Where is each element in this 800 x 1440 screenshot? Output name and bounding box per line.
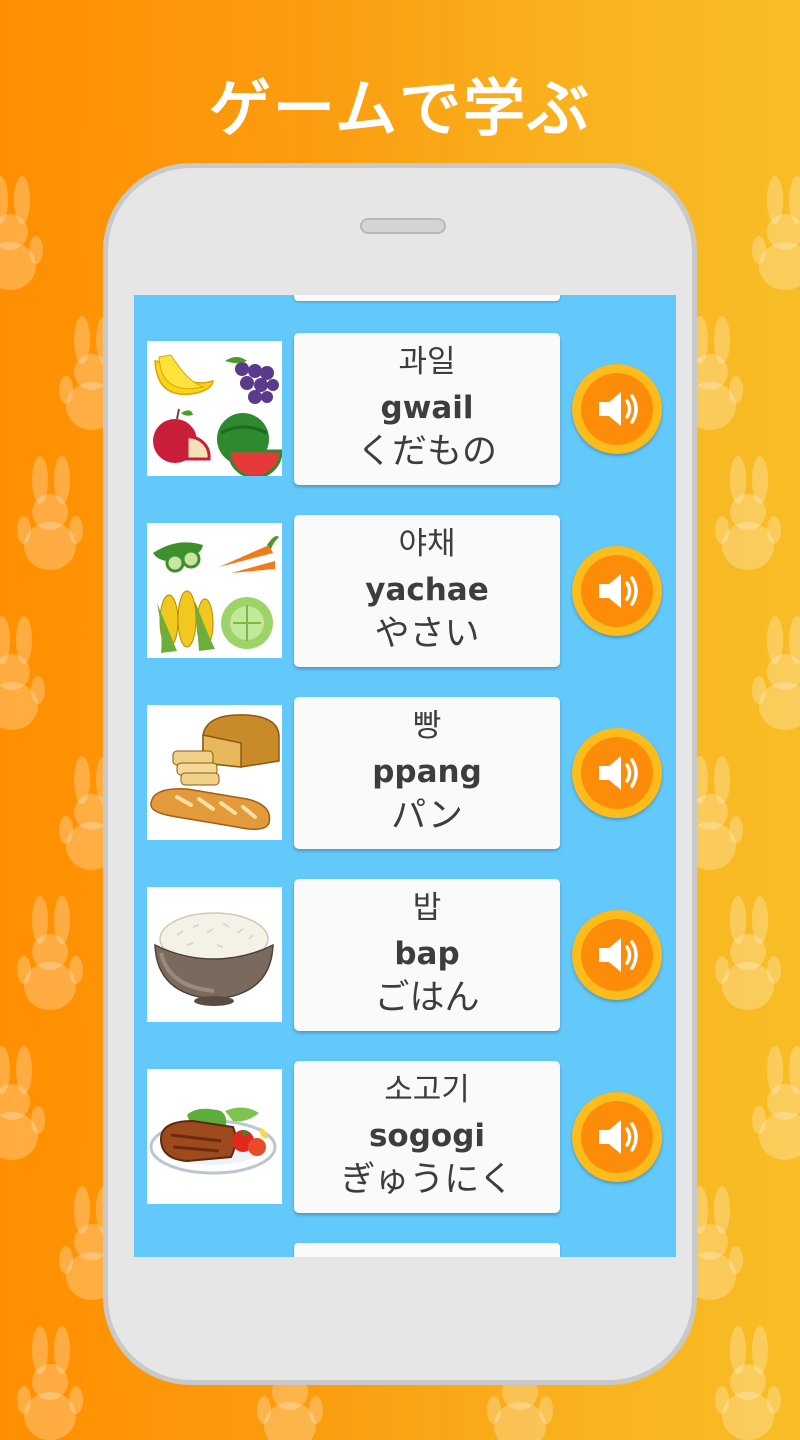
korean-word: 빵 — [412, 708, 442, 744]
vocab-card[interactable]: 빵 ppang パン — [294, 697, 560, 849]
rice-bowl-image — [147, 887, 282, 1022]
romanization: bap — [394, 936, 460, 972]
korean-word: 소고기 — [384, 1072, 470, 1108]
japanese-translation: パン — [391, 796, 463, 836]
play-sound-button[interactable] — [572, 910, 662, 1000]
japanese-translation: やさい — [374, 614, 480, 654]
korean-word: 밥 — [412, 890, 442, 926]
play-sound-button[interactable] — [572, 728, 662, 818]
vocab-row: 과일 gwail くだもの — [134, 333, 676, 485]
speaker-icon — [599, 1120, 638, 1154]
play-sound-button[interactable] — [572, 546, 662, 636]
vocab-card[interactable]: 야채 yachae やさい — [294, 515, 560, 667]
romanization: ppang — [372, 754, 482, 790]
vocab-card[interactable]: 소고기 sogogi ぎゅうにく — [294, 1061, 560, 1213]
korean-word: 과일 — [398, 344, 456, 380]
beef-image — [147, 1069, 282, 1204]
play-sound-button[interactable] — [572, 364, 662, 454]
korean-word: 야채 — [398, 526, 456, 562]
partial-card-top[interactable] — [294, 295, 560, 301]
vocab-row: 야채 yachae やさい — [134, 515, 676, 667]
japanese-translation: ぎゅうにく — [340, 1160, 514, 1200]
headline: ゲームで学ぶ — [208, 72, 592, 145]
vocab-card[interactable]: 과일 gwail くだもの — [294, 333, 560, 485]
romanization: yachae — [365, 572, 489, 608]
partial-card-bottom[interactable] — [294, 1243, 560, 1257]
romanization: gwail — [380, 390, 474, 426]
vocab-row: 빵 ppang パン — [134, 697, 676, 849]
fruit-image — [147, 341, 282, 476]
vocab-card[interactable]: 밥 bap ごはん — [294, 879, 560, 1031]
vegetables-image — [147, 523, 282, 658]
romanization: sogogi — [368, 1118, 486, 1154]
phone-frame: 과일 gwail くだもの 야채 yachae やさい 빵 ppang パン 밥… — [103, 163, 697, 1385]
phone-speaker — [360, 218, 446, 234]
japanese-translation: くだもの — [356, 432, 497, 472]
speaker-icon — [599, 392, 638, 426]
vocab-row: 소고기 sogogi ぎゅうにく — [134, 1061, 676, 1213]
bread-image — [147, 705, 282, 840]
vocab-list-screen[interactable]: 과일 gwail くだもの 야채 yachae やさい 빵 ppang パン 밥… — [134, 295, 676, 1257]
speaker-icon — [599, 756, 638, 790]
play-sound-button[interactable] — [572, 1092, 662, 1182]
speaker-icon — [599, 938, 638, 972]
japanese-translation: ごはん — [374, 978, 480, 1018]
speaker-icon — [599, 574, 638, 608]
vocab-row: 밥 bap ごはん — [134, 879, 676, 1031]
